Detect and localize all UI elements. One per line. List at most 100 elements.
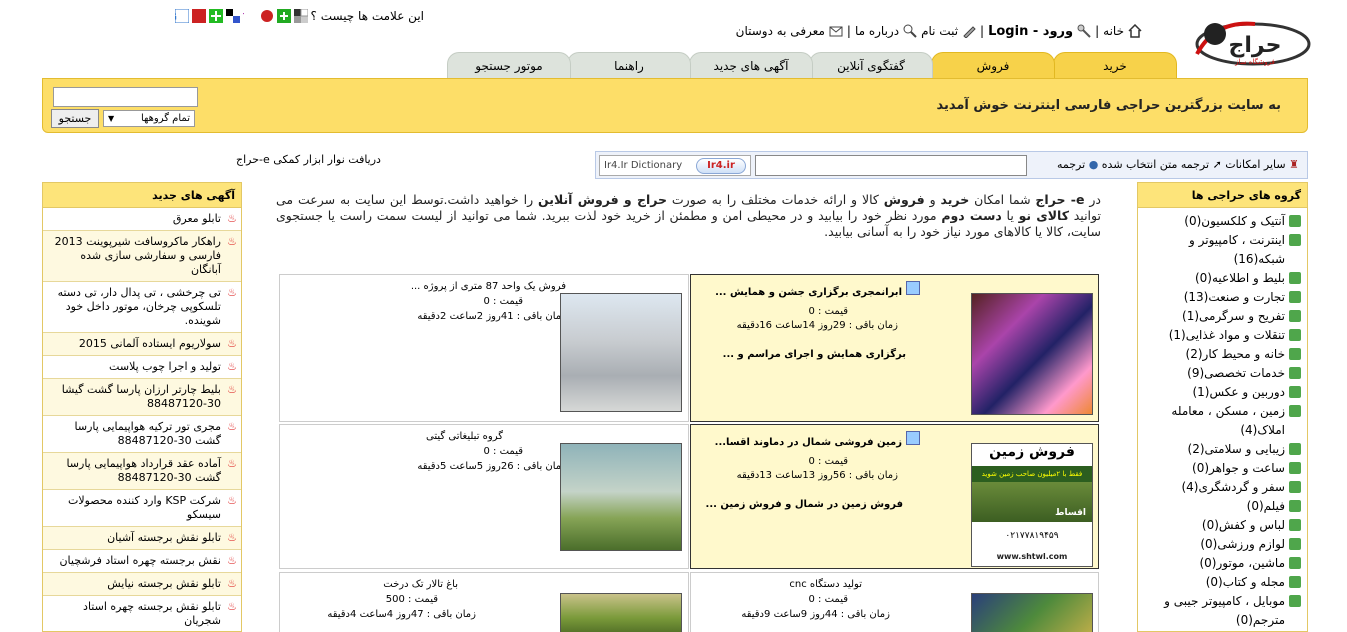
category-label: زمین ، مسکن ، معامله املاک(4) xyxy=(1171,404,1285,437)
ad-item[interactable]: ♨ راهکار ماکروسافت شیرپوینت 2013 فارسی و … xyxy=(43,231,241,282)
product-time-left: زمان باقی : 56روز 13ساعت 13دقیقه xyxy=(736,470,898,481)
search-button[interactable]: جستجو xyxy=(51,109,99,128)
category-item[interactable]: زیبایی و سلامتی(2) xyxy=(1140,440,1303,459)
yahoo-icon[interactable]: Y! xyxy=(232,9,257,23)
product-image[interactable] xyxy=(560,593,682,632)
category-item[interactable]: لباس و کفش(0) xyxy=(1140,516,1303,535)
category-item[interactable]: ساعت و جواهر(0) xyxy=(1140,459,1303,478)
product-image[interactable] xyxy=(560,443,682,551)
product-title[interactable]: فروش یک واحد 87 متری از پروژه ... xyxy=(411,281,566,292)
gift-icon xyxy=(906,281,920,295)
ad-item[interactable]: ♨ آماده عقد قرارداد هواپیمایی پارسا گشت 3… xyxy=(43,453,241,490)
facebook-icon[interactable] xyxy=(225,9,240,23)
toolbar-actions: ♜ سایر امکانات ➚ ترجمه متن انتخاب شده ● … xyxy=(1057,158,1299,171)
home-link[interactable]: خانه xyxy=(1103,24,1124,38)
ad-item[interactable]: ♨ بلیط چارتر ارزان پارسا گشت گیشا 30-8848… xyxy=(43,379,241,416)
digg-icon[interactable] xyxy=(276,9,291,23)
dictionary-box[interactable]: Ir4.Ir Dictionary Ir4.ir xyxy=(599,155,751,176)
category-icon xyxy=(1289,367,1301,379)
introduce-link[interactable]: معرفی به دوستان xyxy=(736,24,825,38)
site-logo[interactable]: حراج فروشگاه ساز xyxy=(1185,14,1311,72)
stumble-icon[interactable] xyxy=(208,9,223,23)
category-item[interactable]: فیلم(0) xyxy=(1140,497,1303,516)
ad-item[interactable]: ♨ تابلو نقش برجسته چهره استاد شجریان xyxy=(43,596,241,631)
category-label: لباس و کفش(0) xyxy=(1201,518,1285,532)
share-question: این علامت ها چیست ؟ xyxy=(310,9,424,23)
about-link[interactable]: درباره ما xyxy=(855,24,899,38)
register-link[interactable]: ثبت نام xyxy=(921,24,958,38)
ad-item[interactable]: ♨ تابلو معرق xyxy=(43,208,241,231)
ad-item[interactable]: ♨ تولید و اجرا چوب پلاست xyxy=(43,356,241,379)
ad-label: تابلو نقش برجسته آشیان xyxy=(107,531,221,544)
product-price: قیمت : 0 xyxy=(808,594,849,605)
categories-panel: گروه های حراجی ها آنتیک و کلکسیون(0) اینت… xyxy=(1137,182,1308,632)
google-icon[interactable]: G xyxy=(168,8,190,24)
product-card[interactable]: فروش یک واحد 87 متری از پروژه ... قیمت :… xyxy=(279,274,689,422)
delicious-icon[interactable] xyxy=(293,8,309,23)
tab-help[interactable]: راهنما xyxy=(567,52,691,79)
tab-new-ads[interactable]: آگهی های جدید xyxy=(689,52,813,79)
nav-separator: | xyxy=(980,24,985,38)
product-image[interactable] xyxy=(971,593,1093,632)
category-item[interactable]: خانه و محیط کار(2) xyxy=(1140,345,1303,364)
product-card[interactable]: گروه تبلیغاتی گیتی قیمت : 0 زمان باقی : … xyxy=(279,424,689,569)
product-title[interactable]: تولید دستگاه cnc xyxy=(789,579,862,590)
ad-label: راهکار ماکروسافت شیرپوینت 2013 فارسی و س… xyxy=(54,235,221,276)
category-item[interactable]: تنقلات و مواد غذایی(1) xyxy=(1140,326,1303,345)
translate-selected-link[interactable]: ترجمه متن انتخاب شده xyxy=(1102,158,1209,171)
category-icon xyxy=(1289,500,1301,512)
search-input[interactable] xyxy=(53,87,198,107)
tab-sell[interactable]: فروش xyxy=(931,52,1055,79)
tab-chat[interactable]: گفتگوی آنلاین xyxy=(809,52,933,79)
category-item[interactable]: مجله و کتاب(0) xyxy=(1140,573,1303,592)
category-label: تجارت و صنعت(13) xyxy=(1183,290,1285,304)
category-item[interactable]: تجارت و صنعت(13) xyxy=(1140,288,1303,307)
category-item[interactable]: خدمات تخصصی(9) xyxy=(1140,364,1303,383)
category-icon xyxy=(1289,576,1301,588)
category-label: فیلم(0) xyxy=(1246,499,1285,513)
globe-icon: ● xyxy=(1088,158,1099,171)
category-item[interactable]: اینترنت ، کامپیوتر و شبکه(16) xyxy=(1140,231,1303,269)
ad-item[interactable]: ♨ مجری تور ترکیه هواپیمایی پارسا گشت 30-8… xyxy=(43,416,241,453)
reddit-icon[interactable] xyxy=(260,9,274,23)
category-item[interactable]: سفر و گردشگری(4) xyxy=(1140,478,1303,497)
product-card[interactable]: زمین فروشی شمال در دماوند اقسا... قیمت :… xyxy=(690,424,1099,569)
product-image[interactable] xyxy=(560,293,682,412)
category-item[interactable]: تفریح و سرگرمی(1) xyxy=(1140,307,1303,326)
category-item[interactable]: ماشین، موتور(0) xyxy=(1140,554,1303,573)
translate-input[interactable] xyxy=(755,155,1027,176)
land-ad-image[interactable]: فروش زمین فقط با ۲میلیون صاحب زمین شوید … xyxy=(971,443,1093,567)
product-title[interactable]: باغ تالار تک درخت xyxy=(383,579,458,590)
tab-buy[interactable]: خرید xyxy=(1053,52,1177,79)
category-item[interactable]: لوازم ورزشی(0) xyxy=(1140,535,1303,554)
translate-link[interactable]: ترجمه xyxy=(1057,158,1085,171)
category-icon xyxy=(1289,405,1301,417)
toolbar-download-link[interactable]: دریافت نوار ابزار کمکی e-حراج xyxy=(236,153,381,166)
category-item[interactable]: دوربین و عکس(1) xyxy=(1140,383,1303,402)
product-time-left: زمان باقی : 44روز 9ساعت 9دقیقه xyxy=(741,609,890,620)
tab-search-engine[interactable]: موتور جستجو xyxy=(447,52,571,79)
ad-item[interactable]: ♨ شرکت KSP وارد کننده محصولات سیسکو xyxy=(43,490,241,527)
login-link[interactable]: ورود - Login xyxy=(988,24,1073,39)
product-card[interactable]: تولید دستگاه cnc قیمت : 0 زمان باقی : 44… xyxy=(690,572,1099,632)
group-select[interactable]: تمام گروهها ▼ xyxy=(103,110,195,127)
category-item[interactable]: موبایل ، کامپیوتر جیبی و مترجم(0) xyxy=(1140,592,1303,630)
category-item[interactable]: بلیط و اطلاعیه(0) xyxy=(1140,269,1303,288)
ad-item[interactable]: ♨ سولاریوم ایستاده آلمانی 2015 xyxy=(43,333,241,356)
ad-label: سولاریوم ایستاده آلمانی 2015 xyxy=(78,337,221,350)
svg-text:G: G xyxy=(175,12,177,23)
category-item[interactable]: زمین ، مسکن ، معامله املاک(4) xyxy=(1140,402,1303,440)
product-card[interactable]: ابرانمجری برگزاری جشن و همایش ... قیمت :… xyxy=(690,274,1099,422)
product-title[interactable]: گروه تبلیغاتی گیتی xyxy=(426,431,503,442)
ad-item[interactable]: ♨ تی چرخشی ، تی پدال دار، تی دسته تلسکوپی… xyxy=(43,282,241,333)
ad-item[interactable]: ♨ تابلو نقش برجسته آشیان xyxy=(43,527,241,550)
more-features-link[interactable]: سایر امکانات xyxy=(1225,158,1285,171)
product-title[interactable]: زمین فروشی شمال در دماوند اقسا... xyxy=(715,437,902,448)
ad-item[interactable]: ♨ نقش برجسته چهره استاد فرشچیان xyxy=(43,550,241,573)
blogger-icon[interactable] xyxy=(191,9,206,23)
product-image[interactable] xyxy=(971,293,1093,415)
product-card[interactable]: باغ تالار تک درخت قیمت : 500 زمان باقی :… xyxy=(279,572,689,632)
product-title[interactable]: ابرانمجری برگزاری جشن و همایش ... xyxy=(715,287,902,298)
ad-item[interactable]: ♨ تابلو نقش برجسته نیایش xyxy=(43,573,241,596)
category-item[interactable]: آنتیک و کلکسیون(0) xyxy=(1140,212,1303,231)
